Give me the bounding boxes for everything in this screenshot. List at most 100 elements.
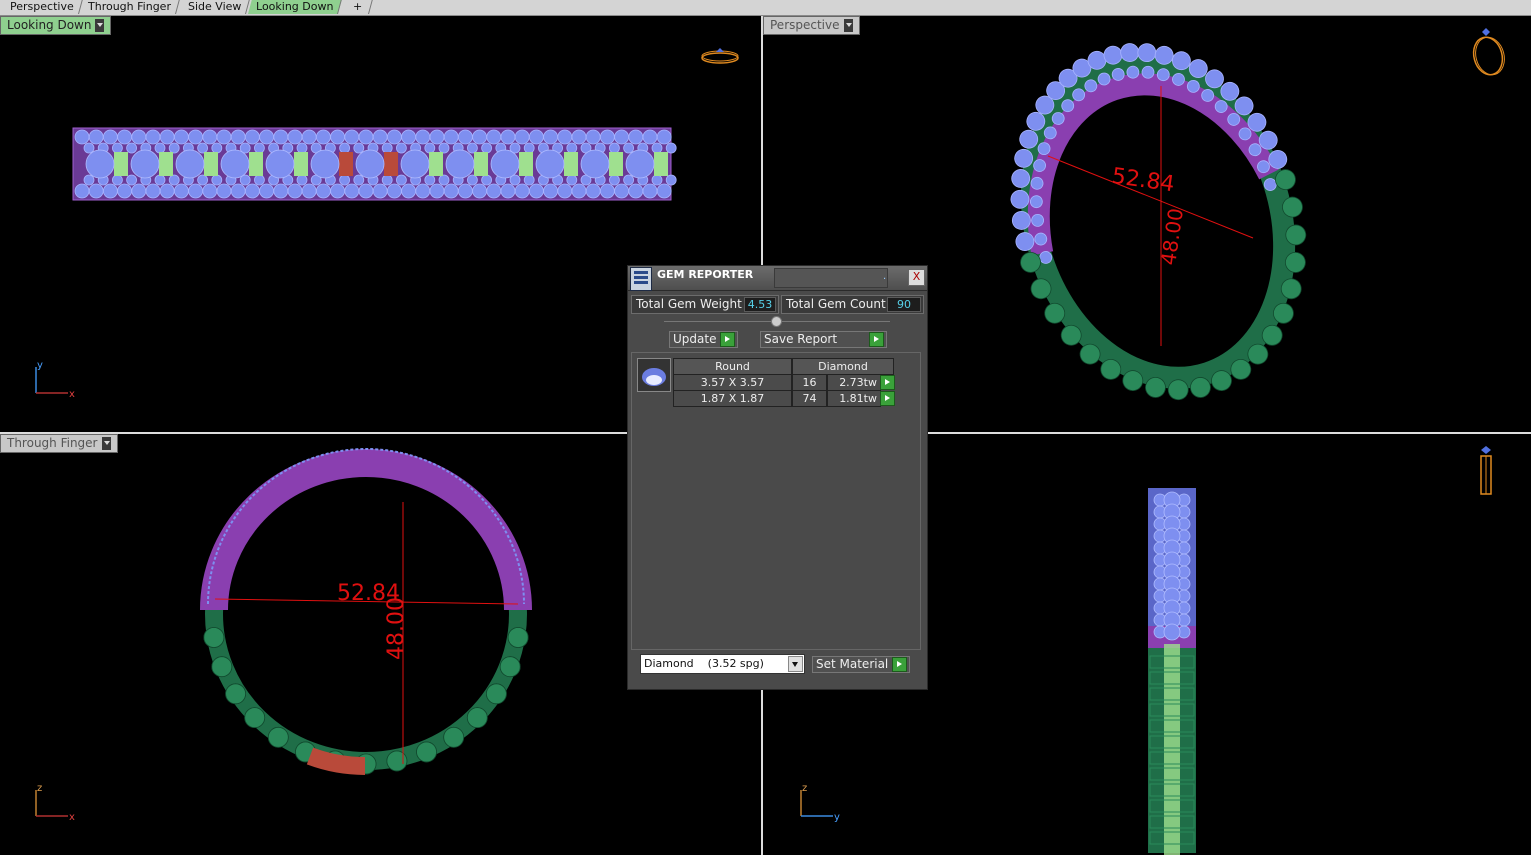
gem-row-2-weight[interactable]: 1.81tw (827, 390, 881, 407)
melee-diamond (126, 174, 138, 186)
melee-diamond (628, 183, 644, 199)
melee-diamond (353, 142, 365, 154)
melee-diamond (415, 129, 431, 145)
close-button[interactable]: X (908, 269, 925, 286)
melee-diamond (168, 174, 180, 186)
melee-diamond (358, 129, 374, 145)
melee-diamond (296, 174, 308, 186)
melee-diamond (472, 129, 488, 145)
melee-diamond (74, 183, 90, 199)
melee-diamond (585, 183, 601, 199)
melee-diamond (472, 183, 488, 199)
title-input-field[interactable]: . (774, 268, 888, 288)
melee-diamond (259, 129, 275, 145)
chevron-down-icon[interactable] (788, 656, 803, 672)
tab-perspective[interactable]: Perspective (2, 0, 83, 14)
melee-diamond (395, 142, 407, 154)
melee-diamond (651, 174, 663, 186)
center-diamond (445, 149, 475, 179)
center-diamond (130, 149, 160, 179)
melee-diamond (386, 129, 402, 145)
melee-diamond (438, 174, 450, 186)
panel-splitter-handle[interactable] (771, 316, 782, 327)
melee-diamond (88, 129, 104, 145)
melee-diamond (230, 183, 246, 199)
melee-diamond (301, 129, 317, 145)
melee-diamond (557, 183, 573, 199)
melee-diamond (642, 183, 658, 199)
center-diamond (175, 149, 205, 179)
melee-diamond (481, 142, 493, 154)
save-report-button[interactable]: Save Report (760, 331, 887, 348)
melee-diamond (154, 174, 166, 186)
material-select[interactable]: Diamond (3.52 spg) (640, 654, 805, 674)
melee-diamond (273, 183, 289, 199)
melee-diamond (230, 129, 246, 145)
gem-row-1-size[interactable]: 3.57 X 3.57 (673, 374, 792, 391)
view-cube-ring-icon[interactable] (1471, 444, 1501, 500)
svg-text:y: y (37, 360, 43, 371)
melee-diamond (424, 142, 436, 154)
center-diamond (625, 149, 655, 179)
update-button[interactable]: Update (669, 331, 738, 348)
round-diamond-thumbnail[interactable] (637, 358, 671, 392)
setting-bridge (294, 152, 308, 176)
gem-row-2-size[interactable]: 1.87 X 1.87 (673, 390, 792, 407)
axis-gizmo-xy: y x (35, 360, 75, 399)
melee-diamond (372, 183, 388, 199)
melee-diamond (457, 183, 473, 199)
add-tab-button[interactable]: + (344, 0, 373, 14)
melee-diamond (273, 129, 289, 145)
tab-through-finger[interactable]: Through Finger (80, 0, 180, 14)
melee-diamond (296, 142, 308, 154)
set-material-button[interactable]: Set Material (812, 656, 910, 673)
center-diamond (220, 149, 250, 179)
melee-diamond (529, 183, 544, 199)
gem-reporter-titlebar[interactable]: GEM REPORTER . X (628, 266, 927, 291)
melee-diamond (557, 129, 573, 145)
melee-diamond (466, 142, 478, 154)
tab-looking-down[interactable]: Looking Down (248, 0, 343, 14)
gem-row-1-count[interactable]: 16 (792, 374, 827, 391)
melee-diamond (381, 142, 393, 154)
center-diamond (490, 149, 520, 179)
header-material: Diamond (792, 358, 894, 375)
tab-side-view[interactable]: Side View (180, 0, 251, 14)
gem-row-2-count[interactable]: 74 (792, 390, 827, 407)
melee-diamond (112, 174, 123, 186)
header-shape: Round (673, 358, 792, 375)
melee-diamond (481, 174, 493, 186)
setting-bridge (474, 152, 488, 176)
melee-diamond (117, 183, 132, 199)
melee-diamond (523, 174, 535, 186)
melee-diamond (424, 174, 436, 186)
melee-diamond (145, 183, 161, 199)
gem-row-1-select-arrow-icon[interactable] (880, 375, 895, 390)
play-arrow-icon (892, 657, 907, 672)
melee-diamond (651, 142, 663, 154)
side-stone (485, 683, 507, 705)
melee-diamond (117, 129, 132, 145)
melee-diamond (159, 183, 175, 199)
svg-text:x: x (69, 812, 75, 822)
play-arrow-icon (720, 332, 735, 347)
gem-row-1-weight[interactable]: 2.73tw (827, 374, 881, 391)
melee-diamond (197, 142, 209, 154)
center-diamond (85, 149, 115, 179)
melee-diamond (131, 129, 147, 145)
dimension-height-label: 48.00 (384, 597, 409, 660)
gem-row-2-select-arrow-icon[interactable] (880, 391, 895, 406)
gem-reporter-app-icon (630, 267, 652, 291)
melee-diamond (112, 142, 123, 154)
melee-diamond (665, 174, 677, 186)
melee-diamond (486, 129, 502, 145)
melee-diamond (330, 183, 346, 199)
melee-diamond (131, 183, 147, 199)
melee-diamond (623, 142, 634, 154)
view-cube-ring-icon[interactable] (700, 44, 740, 72)
melee-diamond (339, 174, 351, 186)
total-gem-count-value: 90 (887, 297, 921, 312)
melee-diamond (339, 142, 351, 154)
melee-diamond (628, 129, 644, 145)
view-cube-ring-icon[interactable] (1468, 26, 1508, 80)
